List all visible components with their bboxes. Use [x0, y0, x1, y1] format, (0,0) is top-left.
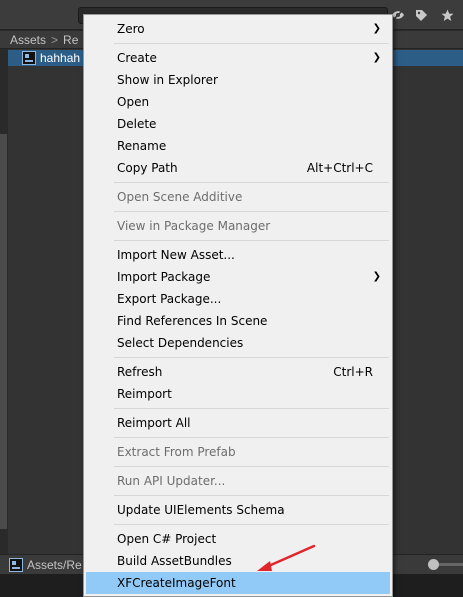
chevron-right-icon: ❯ [372, 52, 381, 63]
menu-item-label: Import New Asset... [117, 248, 235, 262]
menu-separator [84, 463, 392, 470]
menu-item-update-uielements-schema[interactable]: Update UIElements Schema [84, 499, 392, 521]
menu-item-label: Export Package... [117, 292, 222, 306]
menu-separator [84, 521, 392, 528]
menu-item-show-in-explorer[interactable]: Show in Explorer [84, 69, 392, 91]
zoom-slider[interactable] [428, 559, 463, 570]
tag-icon[interactable] [412, 6, 430, 24]
menu-separator [84, 208, 392, 215]
menu-item-label: Update UIElements Schema [117, 503, 285, 517]
menu-item-label: Reimport [117, 387, 172, 401]
menu-item-label: Extract From Prefab [117, 445, 236, 459]
menu-item-label: View in Package Manager [117, 219, 271, 233]
menu-separator [84, 179, 392, 186]
menu-separator [84, 354, 392, 361]
context-menu: Zero ❯ Create ❯ Show in Explorer Open Delete Re… [83, 14, 393, 597]
menu-item-view-in-package-manager: View in Package Manager [84, 215, 392, 237]
menu-item-label: Open [117, 95, 150, 109]
menu-item-shortcut: Ctrl+R [333, 365, 373, 379]
status-path: Assets/Re [27, 557, 82, 572]
menu-item-label: Create [117, 51, 157, 65]
menu-item-build-assetbundles[interactable]: Build AssetBundles [84, 550, 392, 572]
menu-item-label: Open Scene Additive [117, 190, 243, 204]
menu-item-label: Refresh [117, 365, 163, 379]
chevron-right-icon: ❯ [372, 271, 381, 282]
menu-item-rename[interactable]: Rename [84, 135, 392, 157]
breadcrumb-folder[interactable]: Re [63, 33, 78, 47]
menu-item-open[interactable]: Open [84, 91, 392, 113]
menu-item-copy-path[interactable]: Copy Path Alt+Ctrl+C [84, 157, 392, 179]
menu-separator [84, 405, 392, 412]
menu-item-refresh[interactable]: Refresh Ctrl+R [84, 361, 392, 383]
zoom-slider-knob[interactable] [428, 559, 439, 570]
menu-item-label: Show in Explorer [117, 73, 218, 87]
menu-item-label: Run API Updater... [117, 474, 226, 488]
menu-item-zero[interactable]: Zero ❯ [84, 18, 392, 40]
menu-item-label: Build AssetBundles [117, 554, 232, 568]
menu-item-label: Copy Path [117, 161, 178, 175]
breadcrumb-separator-icon: > [51, 32, 59, 47]
image-file-icon [9, 557, 23, 572]
menu-separator [84, 492, 392, 499]
menu-item-reimport-all[interactable]: Reimport All [84, 412, 392, 434]
menu-item-find-references-in-scene[interactable]: Find References In Scene [84, 310, 392, 332]
menu-item-reimport[interactable]: Reimport [84, 383, 392, 405]
menu-item-open-c-project[interactable]: Open C# Project [84, 528, 392, 550]
menu-item-run-api-updater: Run API Updater... [84, 470, 392, 492]
scrollbar[interactable] [0, 49, 8, 554]
scrollbar-thumb[interactable] [0, 134, 7, 529]
menu-item-label: Rename [117, 139, 167, 153]
image-file-icon [22, 51, 36, 65]
asset-name: hahhah [40, 51, 81, 65]
menu-item-shortcut: Alt+Ctrl+C [306, 161, 373, 175]
menu-item-select-dependencies[interactable]: Select Dependencies [84, 332, 392, 354]
menu-item-label: Select Dependencies [117, 336, 244, 350]
menu-item-label: Delete [117, 117, 157, 131]
menu-separator [84, 40, 392, 47]
menu-item-label: Zero [117, 22, 145, 36]
menu-item-import-new-asset[interactable]: Import New Asset... [84, 244, 392, 266]
menu-item-create[interactable]: Create ❯ [84, 47, 392, 69]
menu-item-import-package[interactable]: Import Package ❯ [84, 266, 392, 288]
star-icon[interactable] [438, 6, 456, 24]
menu-separator [84, 434, 392, 441]
menu-item-label: Open C# Project [117, 532, 217, 546]
menu-item-label: XFCreateImageFont [117, 576, 236, 590]
menu-item-extract-from-prefab: Extract From Prefab [84, 441, 392, 463]
menu-item-open-scene-additive: Open Scene Additive [84, 186, 392, 208]
menu-item-export-package[interactable]: Export Package... [84, 288, 392, 310]
menu-item-label: Find References In Scene [117, 314, 268, 328]
menu-item-label: Reimport All [117, 416, 191, 430]
menu-item-delete[interactable]: Delete [84, 113, 392, 135]
chevron-right-icon: ❯ [372, 23, 381, 34]
menu-item-xfcreateimagefont[interactable]: XFCreateImageFont [86, 572, 390, 594]
breadcrumb-assets[interactable]: Assets [10, 33, 46, 47]
menu-item-label: Import Package [117, 270, 211, 284]
menu-separator [84, 237, 392, 244]
